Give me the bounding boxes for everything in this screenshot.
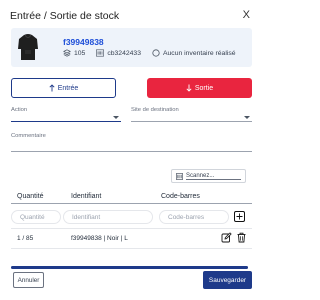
barcode-icon — [96, 49, 105, 57]
arrow-down-icon — [186, 84, 192, 92]
progress-fill — [11, 266, 248, 269]
circle-icon — [152, 49, 160, 57]
header-quantity: Quantité — [17, 193, 44, 200]
chevron-down-icon[interactable] — [244, 116, 250, 119]
cancel-button[interactable]: Annuler — [13, 272, 44, 288]
quantity-input[interactable]: Quantité — [11, 210, 61, 224]
save-button[interactable]: Sauvegarder — [203, 271, 252, 289]
product-meta: 105 cb3242433 Aucun inventaire réalisé — [63, 49, 236, 57]
progress-bar — [11, 266, 248, 269]
stock-count: 105 — [74, 49, 86, 57]
dialog-title: Entrée / Sortie de stock — [10, 10, 120, 22]
barcode-scan-icon — [176, 173, 183, 180]
trash-icon[interactable] — [236, 232, 247, 243]
destination-select[interactable] — [131, 121, 252, 122]
row-divider — [11, 248, 252, 249]
identifier-input[interactable]: Identifiant — [63, 210, 153, 224]
row-identifier: f39949838 | Noir | L — [71, 235, 128, 242]
hoodie-image — [18, 34, 38, 60]
header-divider — [11, 203, 252, 204]
plus-icon — [236, 213, 243, 220]
stock-movement-dialog: Entrée / Sortie de stock X f39949838 105… — [0, 0, 263, 300]
entry-button-label: Entrée — [57, 84, 79, 92]
edit-icon[interactable] — [221, 232, 232, 243]
exit-button-label: Sortie — [194, 84, 214, 92]
close-button[interactable]: X — [243, 9, 250, 21]
product-card: f39949838 105 cb3242433 Aucun inventaire… — [11, 28, 252, 67]
inventory-status: Aucun inventaire réalisé — [162, 49, 236, 57]
action-label: Action — [11, 107, 28, 113]
stack-icon — [63, 49, 71, 57]
row-divider — [11, 228, 252, 229]
chevron-down-icon[interactable] — [113, 116, 119, 119]
comment-label: Commentaire — [11, 133, 46, 139]
destination-label: Site de destination — [131, 107, 179, 113]
scan-underline — [186, 179, 241, 180]
barcode-input[interactable]: Code-barres — [159, 210, 229, 224]
entry-button[interactable]: Entrée — [11, 78, 116, 98]
arrow-up-icon — [49, 84, 55, 92]
comment-field[interactable] — [11, 151, 252, 152]
product-sku[interactable]: f39949838 — [63, 37, 104, 47]
row-quantity: 1 / 85 — [17, 235, 34, 242]
exit-button[interactable]: Sortie — [147, 78, 252, 98]
header-barcode: Code-barres — [161, 193, 200, 200]
product-barcode: cb3242433 — [107, 49, 141, 57]
header-identifier: Identifiant — [71, 193, 102, 200]
add-row-button[interactable] — [234, 211, 245, 222]
action-select[interactable] — [11, 121, 121, 122]
scan-input[interactable]: Scannez... — [171, 169, 246, 183]
